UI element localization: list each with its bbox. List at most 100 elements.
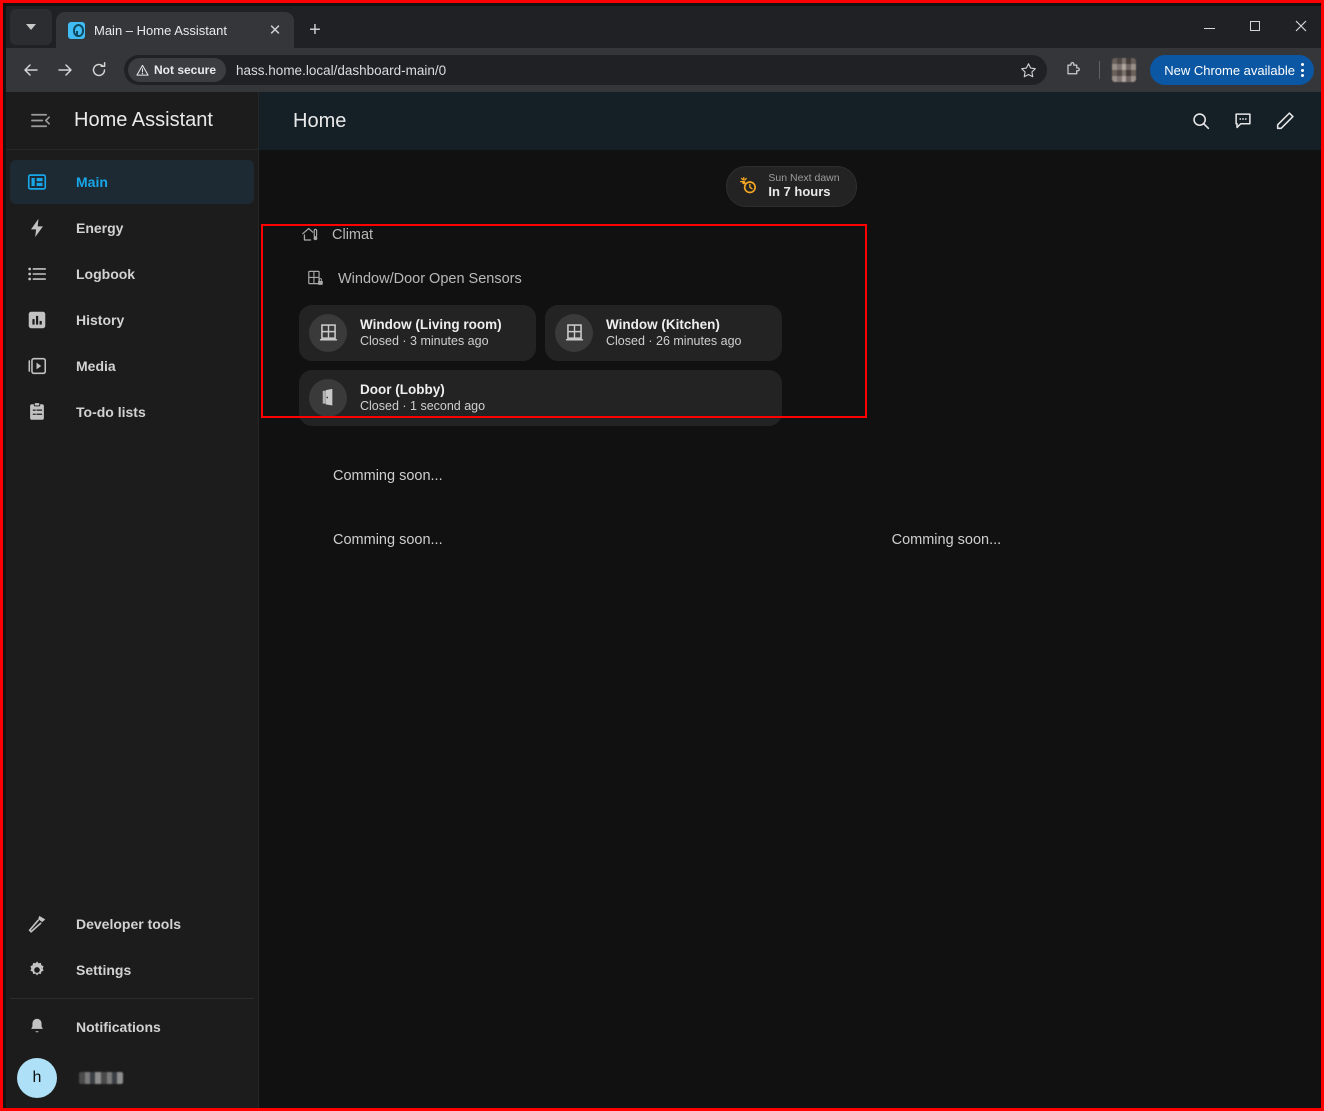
browser-tab[interactable]: Main – Home Assistant ✕	[56, 12, 294, 48]
sensor-tile-grid: Window (Living room) Closed · 3 minutes …	[299, 304, 782, 426]
section-heading-label: Window/Door Open Sensors	[338, 270, 522, 287]
search-icon	[1193, 113, 1210, 130]
sidebar-divider	[10, 998, 254, 999]
browser-profile-avatar[interactable]	[1112, 58, 1137, 82]
main-pane: Home Sun Next dawn In 7 hours Climat Win…	[259, 92, 1321, 1108]
security-status-badge[interactable]: Not secure	[128, 58, 227, 82]
placeholder-text: Comming soon...	[891, 531, 1002, 548]
sidebar-item-settings[interactable]: Settings	[10, 948, 254, 992]
clipboard-list-icon	[24, 399, 50, 425]
close-icon	[1295, 20, 1307, 32]
extensions-button[interactable]	[1059, 56, 1087, 84]
sidebar-toggle-button[interactable]	[20, 101, 60, 141]
tab-close-icon[interactable]: ✕	[264, 19, 286, 41]
menu-collapse-icon	[30, 113, 50, 128]
section-heading-climat: Climat	[293, 221, 1296, 249]
badge-text: Sun Next dawn In 7 hours	[768, 172, 839, 200]
avatar: h	[17, 1058, 57, 1098]
sidebar-item-history[interactable]: History	[10, 298, 254, 342]
forward-button[interactable]	[50, 55, 80, 85]
sidebar-header: Home Assistant	[6, 92, 258, 150]
window-closed-icon	[309, 313, 347, 352]
sidebar-title: Home Assistant	[74, 109, 213, 131]
sidebar-item-label: Developer tools	[76, 916, 182, 932]
window-minimize-button[interactable]	[1186, 6, 1232, 46]
door-closed-icon	[309, 378, 347, 417]
sidebar-item-label: Logbook	[76, 266, 136, 282]
assist-chat-icon	[1235, 113, 1251, 129]
browser-tab-strip: Main – Home Assistant ✕ +	[6, 6, 1321, 48]
home-thermometer-icon	[299, 225, 319, 245]
placeholder-text: Comming soon...	[333, 531, 443, 548]
reload-button[interactable]	[84, 55, 114, 85]
window-maximize-button[interactable]	[1232, 6, 1278, 46]
section-heading-label: Climat	[332, 226, 374, 243]
badges-row: Sun Next dawn In 7 hours	[259, 150, 1321, 207]
sensor-tile-window-kitchen[interactable]: Window (Kitchen) Closed · 26 minutes ago	[545, 304, 782, 361]
arrow-forward-icon	[58, 64, 72, 76]
sensor-tile-text: Door (Lobby) Closed · 1 second ago	[360, 381, 485, 414]
sensor-tile-window-living-room[interactable]: Window (Living room) Closed · 3 minutes …	[299, 304, 536, 361]
badge-sun-next-dawn[interactable]: Sun Next dawn In 7 hours	[726, 166, 857, 207]
window-closed-icon	[555, 313, 593, 352]
sidebar-item-label: Main	[76, 174, 108, 190]
bell-icon	[24, 1014, 50, 1040]
new-chrome-available-button[interactable]: New Chrome available	[1150, 55, 1314, 85]
window-close-button[interactable]	[1278, 6, 1321, 46]
maximize-icon	[1250, 21, 1260, 31]
tab-search-button[interactable]	[10, 9, 52, 45]
sidebar-item-logbook[interactable]: Logbook	[10, 252, 254, 296]
placeholder-text: Comming soon...	[333, 467, 443, 484]
sidebar-user-row[interactable]: h	[10, 1051, 254, 1105]
new-chrome-available-label: New Chrome available	[1164, 62, 1295, 78]
assist-button[interactable]	[1222, 100, 1264, 142]
door-window-lock-icon	[305, 269, 325, 289]
sensor-tile-name: Window (Living room)	[360, 317, 502, 333]
sidebar-bottom: Developer tools Settings Notifications h	[6, 900, 258, 1108]
sidebar-item-label: Notifications	[76, 1019, 161, 1035]
sidebar-item-notifications[interactable]: Notifications	[10, 1005, 254, 1049]
sidebar-nav: Main Energy Logbook History Media To-do …	[6, 150, 258, 436]
placeholder-row-2: Comming soon... Comming soon...	[293, 532, 1296, 548]
security-status-label: Not secure	[154, 63, 217, 77]
lightning-bolt-icon	[24, 215, 50, 241]
warning-triangle-icon	[136, 64, 149, 76]
back-button[interactable]	[16, 55, 46, 85]
sensor-tile-state: Closed · 1 second ago	[360, 399, 486, 414]
new-tab-button[interactable]: +	[300, 15, 330, 45]
sidebar-item-label: To-do lists	[76, 404, 146, 420]
address-bar-url: hass.home.local/dashboard-main/0	[236, 62, 447, 78]
sensor-tile-text: Window (Living room) Closed · 3 minutes …	[360, 316, 502, 349]
section-heading-window-door: Window/Door Open Sensors	[299, 265, 1296, 293]
sidebar-item-label: Energy	[76, 220, 124, 236]
search-button[interactable]	[1180, 100, 1222, 142]
sidebar-item-main[interactable]: Main	[10, 160, 254, 204]
sidebar-item-developer-tools[interactable]: Developer tools	[10, 902, 254, 946]
toolbar-divider	[1099, 61, 1101, 79]
star-icon[interactable]	[1015, 57, 1041, 83]
chevron-down-icon	[26, 24, 36, 30]
home-assistant-favicon	[68, 21, 85, 39]
sidebar-item-media[interactable]: Media	[10, 344, 254, 388]
view-toolbar: Home	[259, 92, 1321, 150]
sensor-tile-door-lobby[interactable]: Door (Lobby) Closed · 1 second ago	[299, 369, 782, 426]
sidebar-item-to-do-lists[interactable]: To-do lists	[10, 390, 254, 434]
sidebar-item-label: Settings	[76, 962, 132, 978]
browser-toolbar: Not secure hass.home.local/dashboard-mai…	[6, 48, 1321, 92]
dashboard-view: Sun Next dawn In 7 hours Climat Window/D…	[259, 150, 1321, 1108]
browser-window: Main – Home Assistant ✕ + Not secure has…	[0, 0, 1324, 1111]
sensor-tile-text: Window (Kitchen) Closed · 26 minutes ago	[606, 316, 742, 349]
window-controls	[1186, 6, 1321, 46]
sidebar: Home Assistant Main Energy Logbook Histo…	[6, 92, 259, 1108]
pencil-icon	[1276, 112, 1294, 130]
edit-dashboard-button[interactable]	[1264, 100, 1306, 142]
play-box-icon	[24, 353, 50, 379]
kebab-menu-icon[interactable]	[1301, 63, 1304, 77]
arrow-back-icon	[24, 64, 38, 76]
sidebar-item-energy[interactable]: Energy	[10, 206, 254, 250]
address-bar[interactable]: Not secure hass.home.local/dashboard-mai…	[124, 55, 1048, 85]
page-title: Home	[293, 109, 347, 132]
puzzle-piece-icon	[1067, 61, 1080, 74]
format-list-icon	[24, 261, 50, 287]
